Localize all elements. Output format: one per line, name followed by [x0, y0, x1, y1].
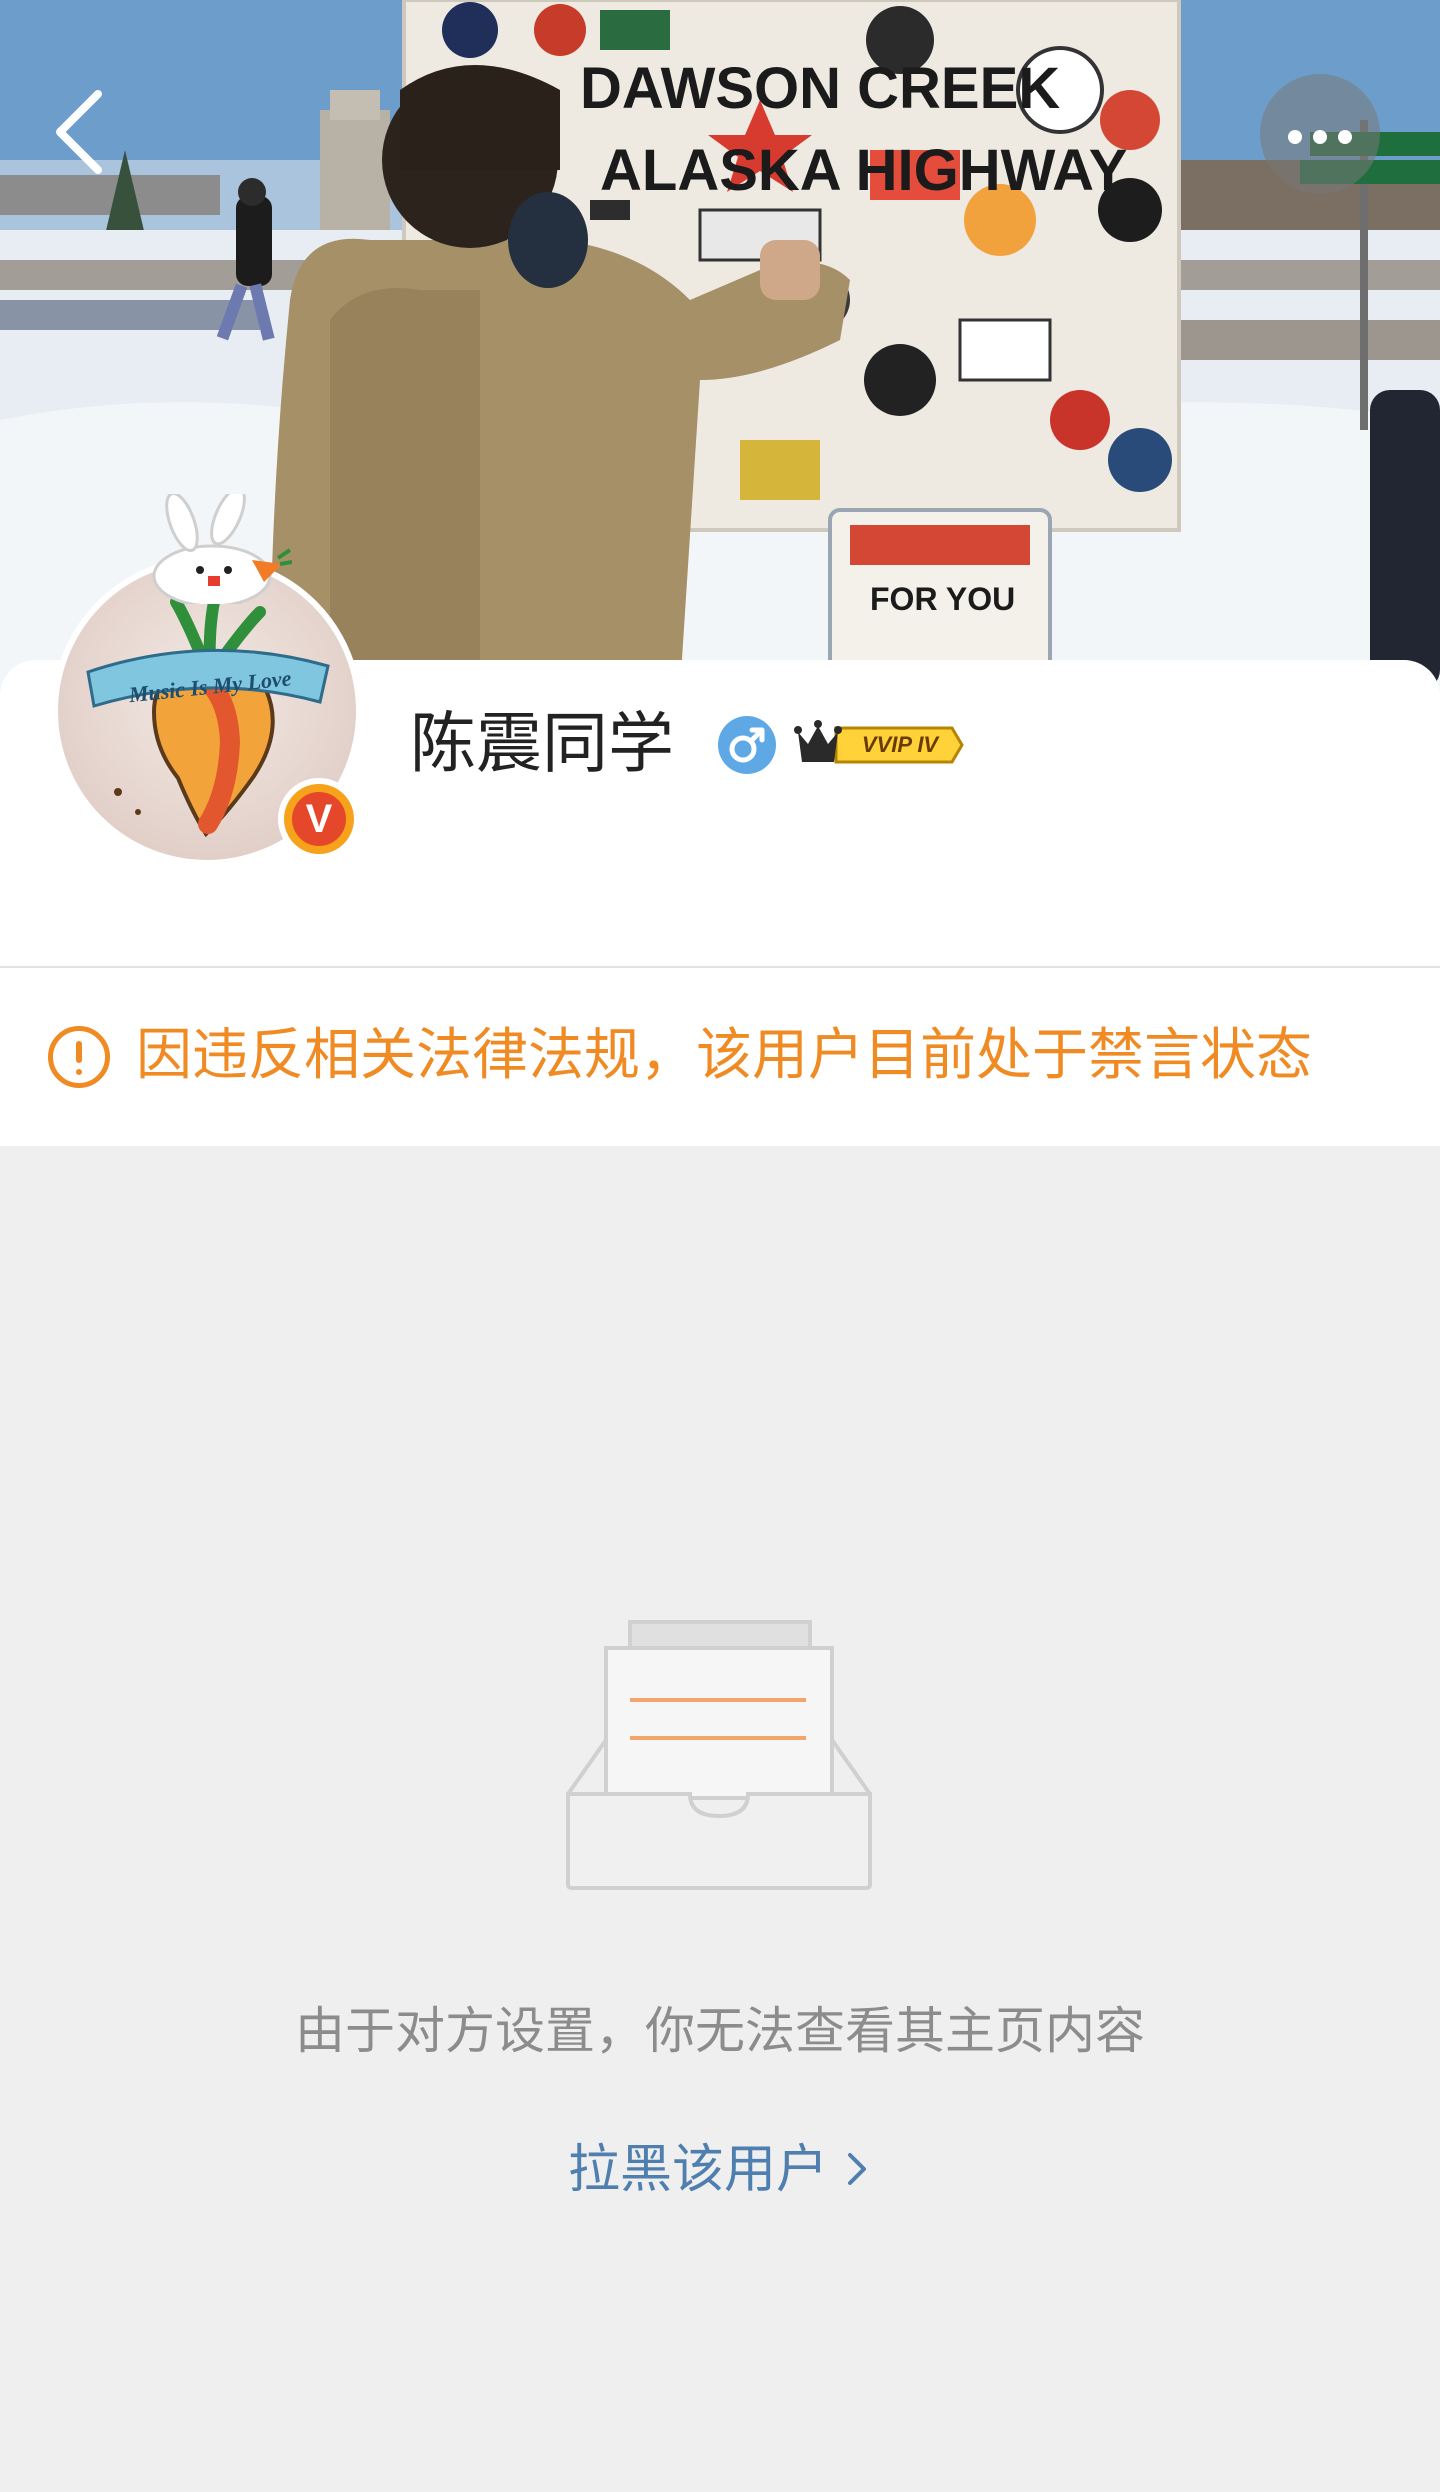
user-name: 陈震同学: [410, 705, 674, 782]
vip-badge[interactable]: VVIP IV: [792, 716, 964, 774]
warning-point: [76, 1069, 82, 1075]
bunny-decoration-icon: [152, 494, 292, 604]
male-icon: [718, 716, 776, 774]
warning-icon: [48, 1026, 110, 1088]
vip-label: VVIP IV: [861, 732, 939, 757]
male-symbol-icon: [729, 727, 765, 763]
ban-notice: 因违反相关法律法规，该用户目前处于禁言状态: [0, 968, 1440, 1146]
more-options-button[interactable]: [1260, 74, 1380, 194]
sign-line-2: ALASKA HIGHWAY: [600, 138, 1127, 203]
chevron-right-icon: [848, 2153, 866, 2185]
empty-state-message: 由于对方设置，你无法查看其主页内容: [295, 2002, 1145, 2060]
back-arrow-icon: [56, 90, 102, 174]
profile-screen: DAWSON CREEK ALASKA HIGHWAY FOR YOU Musi…: [0, 0, 1440, 2492]
more-dot: [1313, 130, 1327, 144]
sign-line-1: DAWSON CREEK: [580, 56, 1060, 121]
block-user-link[interactable]: 拉黑该用户: [540, 2130, 900, 2210]
svg-text:FOR YOU: FOR YOU: [870, 581, 1015, 617]
back-button[interactable]: [40, 80, 120, 180]
empty-inbox-icon: [566, 1620, 872, 1890]
verified-badge: V: [278, 778, 360, 860]
more-dot: [1338, 130, 1352, 144]
avatar-container[interactable]: Music Is My Love V: [52, 494, 362, 866]
verified-badge-ring: V: [284, 784, 354, 854]
more-dots-icon: [1288, 130, 1302, 144]
ban-notice-text: 因违反相关法律法规，该用户目前处于禁言状态: [136, 1023, 1312, 1088]
verified-v-icon: V: [292, 792, 346, 846]
block-user-label: 拉黑该用户: [567, 2140, 828, 2200]
warning-bar: [76, 1041, 82, 1063]
